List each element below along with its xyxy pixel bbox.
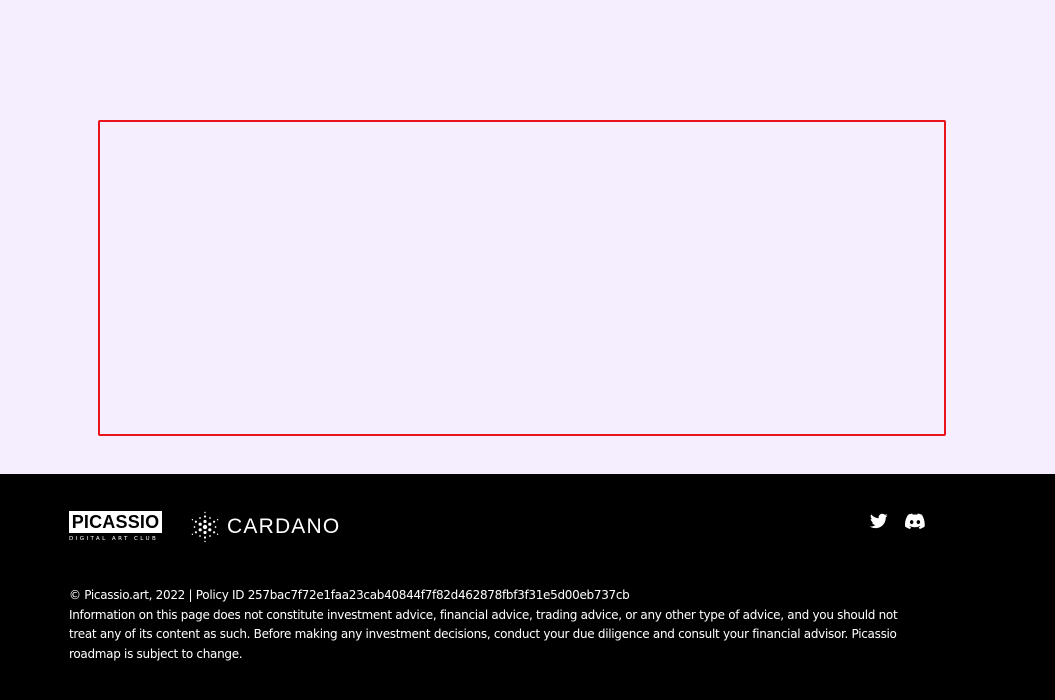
disclaimer-text: Information on this page does not consti… [69, 607, 898, 661]
copyright-text: © Picassio.art, 2022 | Policy ID 257bac7… [69, 588, 630, 602]
main-content-area [0, 0, 1055, 474]
discord-icon[interactable] [905, 512, 925, 530]
cardano-wordmark: CARDANO [227, 515, 341, 538]
cardano-logo-icon [191, 511, 219, 543]
footer-legal: © Picassio.art, 2022 | Policy ID 257bac7… [69, 586, 909, 664]
embed-placeholder-frame [98, 120, 946, 436]
twitter-icon[interactable] [869, 512, 889, 530]
social-links [869, 512, 925, 530]
site-footer: PICASSIO DIGITAL ART CLUB CARDANO © Pica… [0, 474, 1055, 700]
cardano-logo[interactable]: CARDANO [189, 511, 340, 543]
picassio-tagline: DIGITAL ART CLUB [69, 536, 159, 542]
picassio-logo[interactable]: PICASSIO DIGITAL ART CLUB [69, 511, 162, 542]
picassio-wordmark: PICASSIO [69, 511, 162, 533]
